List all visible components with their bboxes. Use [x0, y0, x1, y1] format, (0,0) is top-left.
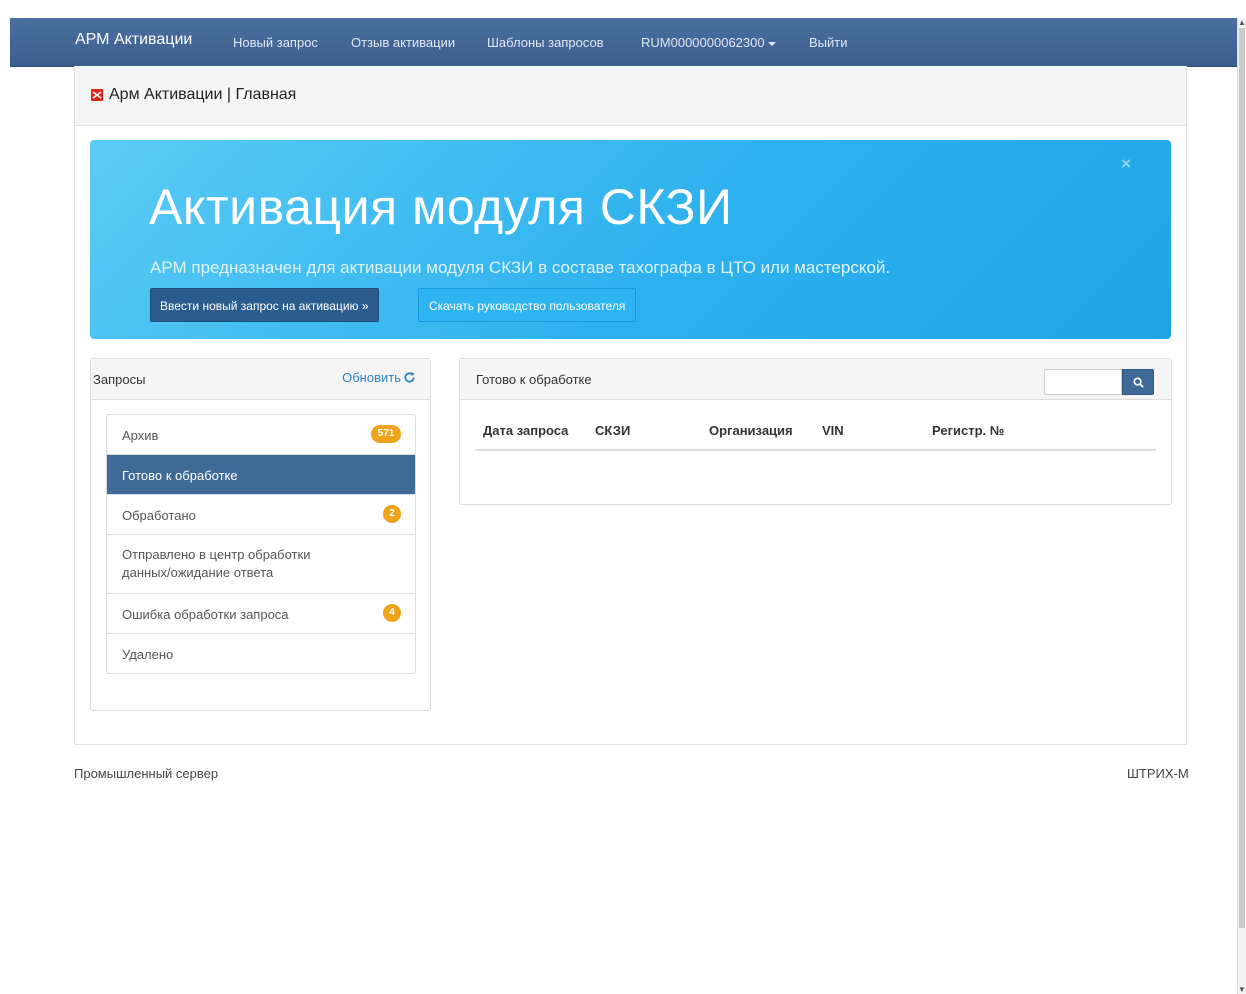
refresh-icon: [404, 371, 415, 383]
nav-new-request[interactable]: Новый запрос: [233, 35, 318, 50]
list-item-label: Отправлено в центр обработки данных/ожид…: [122, 547, 311, 580]
column-header-vin[interactable]: VIN: [822, 423, 844, 438]
page-title: Арм Активации | Главная: [109, 86, 297, 103]
footer-company-label: ШТРИХ-М: [1127, 766, 1189, 781]
requests-panel-heading: Запросы Обновить: [91, 359, 430, 400]
search-icon: [1133, 377, 1144, 388]
search-button[interactable]: [1122, 369, 1154, 395]
footer-server-label: Промышленный сервер: [74, 766, 219, 781]
list-item-archive[interactable]: Архив 571: [107, 415, 415, 455]
download-manual-button[interactable]: Скачать руководство пользователя: [418, 288, 637, 322]
column-header-skzi[interactable]: СКЗИ: [595, 423, 630, 438]
ready-panel-title: Готово к обработке: [476, 372, 592, 387]
list-item-label: Ошибка обработки запроса: [122, 607, 289, 622]
requests-panel: Запросы Обновить Архив 571 Готово к обра…: [90, 358, 431, 711]
list-item-error[interactable]: Ошибка обработки запроса 4: [107, 594, 415, 634]
scroll-up-arrow-icon[interactable]: ▲: [1238, 18, 1246, 27]
close-icon[interactable]: ×: [1121, 154, 1131, 174]
ready-requests-panel: Готово к обработке Дата запроса СКЗИ Орг…: [459, 358, 1172, 505]
list-item-label: Готово к обработке: [122, 468, 238, 483]
count-badge: 571: [371, 425, 401, 443]
scroll-down-arrow-icon[interactable]: ▼: [1238, 985, 1246, 994]
requests-table-header: Дата запроса СКЗИ Организация VIN Регист…: [475, 407, 1156, 451]
top-navbar: АРМ Активации Новый запрос Отзыв активац…: [10, 18, 1238, 67]
list-item-label: Удалено: [122, 647, 174, 662]
refresh-label: Обновить: [342, 370, 401, 385]
nav-request-templates[interactable]: Шаблоны запросов: [487, 35, 604, 50]
count-badge: 4: [383, 604, 401, 622]
count-badge: 2: [383, 505, 401, 523]
list-item-processed[interactable]: Обработано 2: [107, 495, 415, 535]
page-header: Арм Активации | Главная: [75, 66, 1186, 126]
vertical-scrollbar[interactable]: ▲ ▼: [1237, 18, 1246, 994]
app-logo-icon: [91, 89, 103, 101]
list-item-label: Архив: [122, 428, 159, 443]
column-header-organization[interactable]: Организация: [709, 423, 793, 438]
list-item-sent[interactable]: Отправлено в центр обработки данных/ожид…: [107, 535, 415, 594]
ready-panel-heading: Готово к обработке: [460, 359, 1171, 400]
jumbotron-subtitle: АРМ предназначен для активации модуля СК…: [150, 258, 891, 277]
nav-revoke-activation[interactable]: Отзыв активации: [351, 35, 455, 50]
refresh-link[interactable]: Обновить: [342, 370, 416, 385]
list-item-label: Обработано: [122, 508, 196, 523]
user-id-label: RUM0000000062300: [641, 35, 765, 50]
column-header-date[interactable]: Дата запроса: [483, 423, 568, 438]
column-header-reg-number[interactable]: Регистр. №: [932, 423, 1004, 438]
activation-jumbotron: × Активация модуля СКЗИ АРМ предназначен…: [90, 140, 1171, 339]
scroll-thumb[interactable]: [1239, 28, 1245, 928]
request-status-list: Архив 571 Готово к обработке Обработано …: [106, 414, 416, 674]
search-input[interactable]: [1044, 369, 1122, 395]
jumbotron-title: Активация модуля СКЗИ: [149, 179, 733, 235]
new-activation-request-button[interactable]: Ввести новый запрос на активацию »: [150, 288, 379, 322]
nav-logout[interactable]: Выйти: [809, 35, 848, 50]
brand-link[interactable]: АРМ Активации: [75, 31, 192, 49]
nav-user-dropdown[interactable]: RUM0000000062300: [641, 35, 776, 50]
caret-down-icon: [767, 41, 776, 46]
list-item-deleted[interactable]: Удалено: [107, 634, 415, 673]
main-container: Арм Активации | Главная × Активация моду…: [74, 66, 1187, 745]
requests-panel-title: Запросы: [93, 372, 146, 387]
list-item-ready[interactable]: Готово к обработке: [107, 455, 415, 495]
